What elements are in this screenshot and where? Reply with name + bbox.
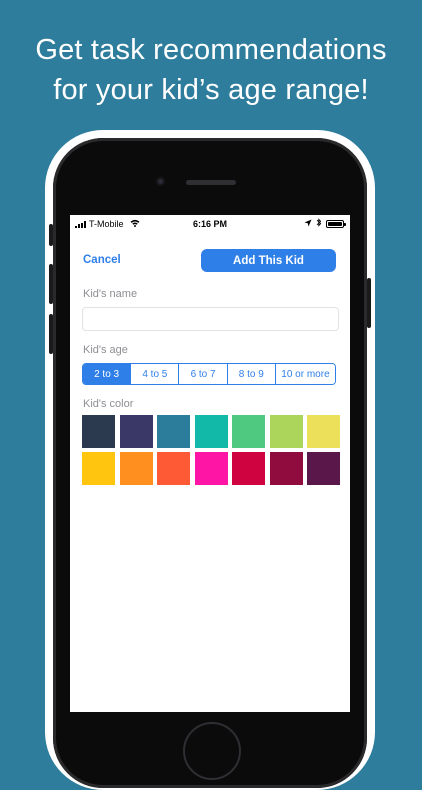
color-swatch[interactable] [307, 415, 340, 448]
phone-volume-down-button [49, 314, 53, 354]
color-swatch[interactable] [269, 452, 303, 485]
home-button [183, 722, 241, 780]
age-option-4-to-5[interactable]: 4 to 5 [130, 364, 179, 384]
kid-name-label: Kid's name [83, 288, 138, 300]
phone-volume-up-button [49, 264, 53, 304]
color-swatch[interactable] [232, 452, 265, 485]
bluetooth-icon [316, 218, 322, 229]
phone-screen: T-Mobile 6:16 PM Cancel Add This Kid Kid… [70, 215, 350, 712]
color-swatch[interactable] [82, 415, 115, 448]
age-option-6-to-7[interactable]: 6 to 7 [178, 364, 227, 384]
status-bar: T-Mobile 6:16 PM [70, 215, 350, 233]
phone-mute-switch [49, 224, 53, 246]
kid-name-input[interactable] [82, 307, 339, 331]
color-swatch[interactable] [157, 415, 190, 448]
color-swatch[interactable] [82, 452, 115, 485]
color-swatch[interactable] [232, 415, 265, 448]
headline-line-2: for your kid’s age range! [53, 74, 369, 106]
age-option-10-or-more[interactable]: 10 or more [274, 364, 335, 384]
color-swatch-grid [82, 415, 340, 485]
color-swatch[interactable] [119, 452, 153, 485]
headline-line-1: Get task recommendations [35, 34, 387, 66]
color-swatch[interactable] [194, 452, 228, 485]
age-option-8-to-9[interactable]: 8 to 9 [226, 364, 275, 384]
age-range-selector: 2 to 3 4 to 5 6 to 7 8 to 9 10 or more [82, 363, 336, 385]
kid-color-label: Kid's color [83, 398, 134, 410]
kid-age-label: Kid's age [83, 344, 128, 356]
headline: Get task recommendations for your kid’s … [0, 30, 422, 110]
age-option-2-to-3[interactable]: 2 to 3 [83, 364, 131, 384]
status-bar-right [304, 218, 346, 229]
add-kid-button[interactable]: Add This Kid [201, 249, 336, 272]
front-camera-icon [156, 177, 165, 186]
color-swatch[interactable] [119, 415, 153, 448]
location-arrow-icon [304, 219, 312, 229]
battery-icon [326, 219, 346, 228]
color-swatch[interactable] [194, 415, 228, 448]
cancel-button[interactable]: Cancel [83, 254, 121, 266]
earpiece-speaker [186, 180, 236, 185]
color-swatch[interactable] [269, 415, 303, 448]
color-swatch[interactable] [307, 452, 340, 485]
phone-power-button [367, 278, 371, 328]
color-swatch[interactable] [157, 452, 190, 485]
